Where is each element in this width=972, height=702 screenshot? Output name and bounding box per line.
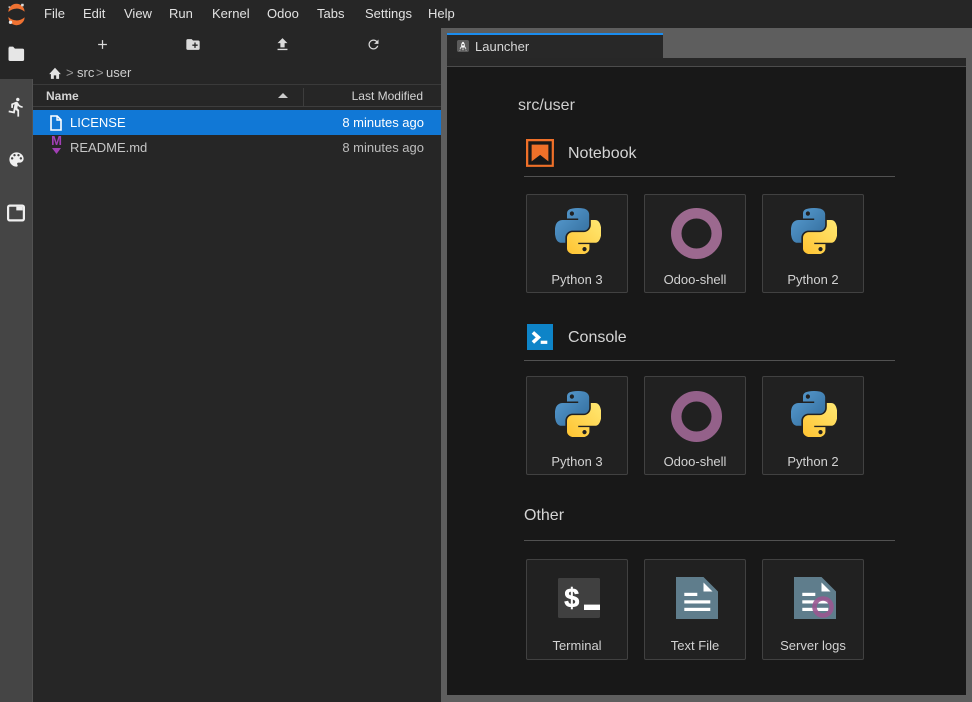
svg-text:$: $	[564, 582, 579, 612]
